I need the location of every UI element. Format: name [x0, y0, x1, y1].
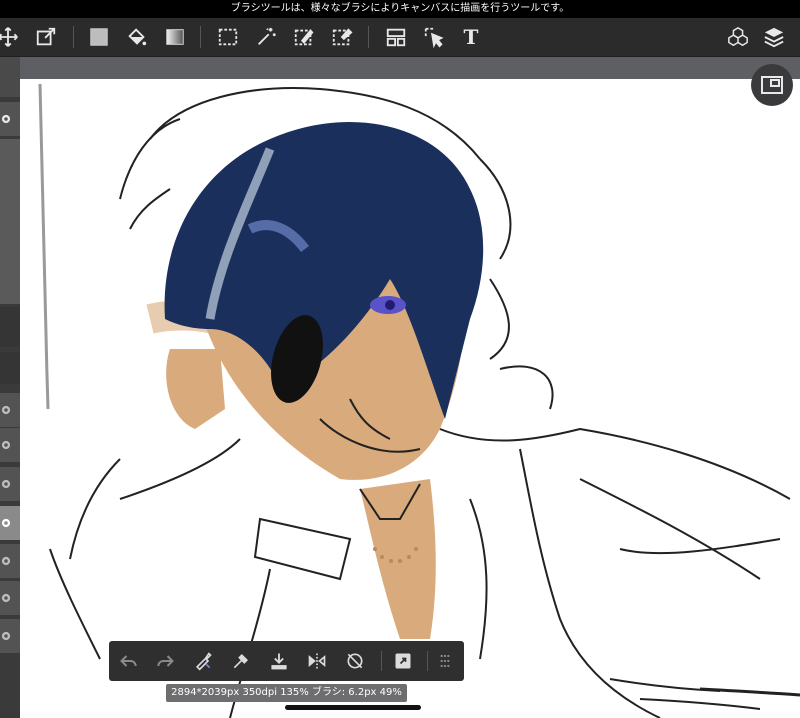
canvas-info-bar: 2894*2039px 350dpi 135% ブラシ: 6.2px 49% [166, 684, 407, 702]
text-tool-label: T [463, 25, 479, 49]
status-bar-tooltip: ブラシツールは、様々なブラシによりキャンバスに描画を行うツールです。 [0, 0, 800, 18]
magic-wand-icon[interactable] [252, 23, 280, 51]
transform-icon[interactable] [32, 23, 60, 51]
flip-icon[interactable] [303, 647, 331, 675]
panel-icon[interactable] [382, 23, 410, 51]
brush-eraser-icon[interactable] [189, 647, 217, 675]
rotate-reset-icon[interactable] [341, 647, 369, 675]
layers-icon[interactable] [760, 23, 788, 51]
gear-icon[interactable] [0, 506, 20, 541]
bottom-toolbar [109, 641, 464, 681]
window-icon [761, 76, 783, 94]
export-icon[interactable] [389, 647, 417, 675]
gear-icon[interactable] [0, 467, 20, 502]
gradient-icon[interactable] [161, 23, 189, 51]
move-icon[interactable] [0, 23, 22, 51]
gear-icon[interactable] [0, 619, 20, 654]
gear-icon[interactable] [0, 428, 20, 463]
save-download-icon[interactable] [265, 647, 293, 675]
drawing-canvas[interactable] [20, 79, 800, 718]
canvas-top-margin [20, 57, 800, 79]
text-icon[interactable]: T [457, 23, 485, 51]
brush-size-slider[interactable] [0, 139, 20, 304]
redo-icon[interactable] [151, 647, 179, 675]
canvas-view-button[interactable] [751, 64, 793, 106]
eyedropper-icon[interactable] [227, 647, 255, 675]
home-indicator[interactable] [285, 705, 421, 710]
select-eraser-icon[interactable] [328, 23, 356, 51]
undo-icon[interactable] [115, 647, 143, 675]
gear-icon[interactable] [0, 544, 20, 579]
gear-icon[interactable] [0, 581, 20, 616]
select-pen-icon[interactable] [290, 23, 318, 51]
grid-dots-icon[interactable] [431, 647, 459, 675]
pointer-select-icon[interactable] [420, 23, 448, 51]
rect-select-icon[interactable] [214, 23, 242, 51]
gear-icon[interactable] [0, 102, 20, 137]
3d-icon[interactable] [724, 23, 752, 51]
left-side-panel [0, 57, 20, 718]
gear-icon[interactable] [0, 393, 20, 428]
artwork [38, 83, 800, 718]
bucket-icon[interactable] [123, 23, 151, 51]
top-toolbar: T [0, 18, 800, 57]
fill-color-swatch[interactable] [85, 23, 113, 51]
